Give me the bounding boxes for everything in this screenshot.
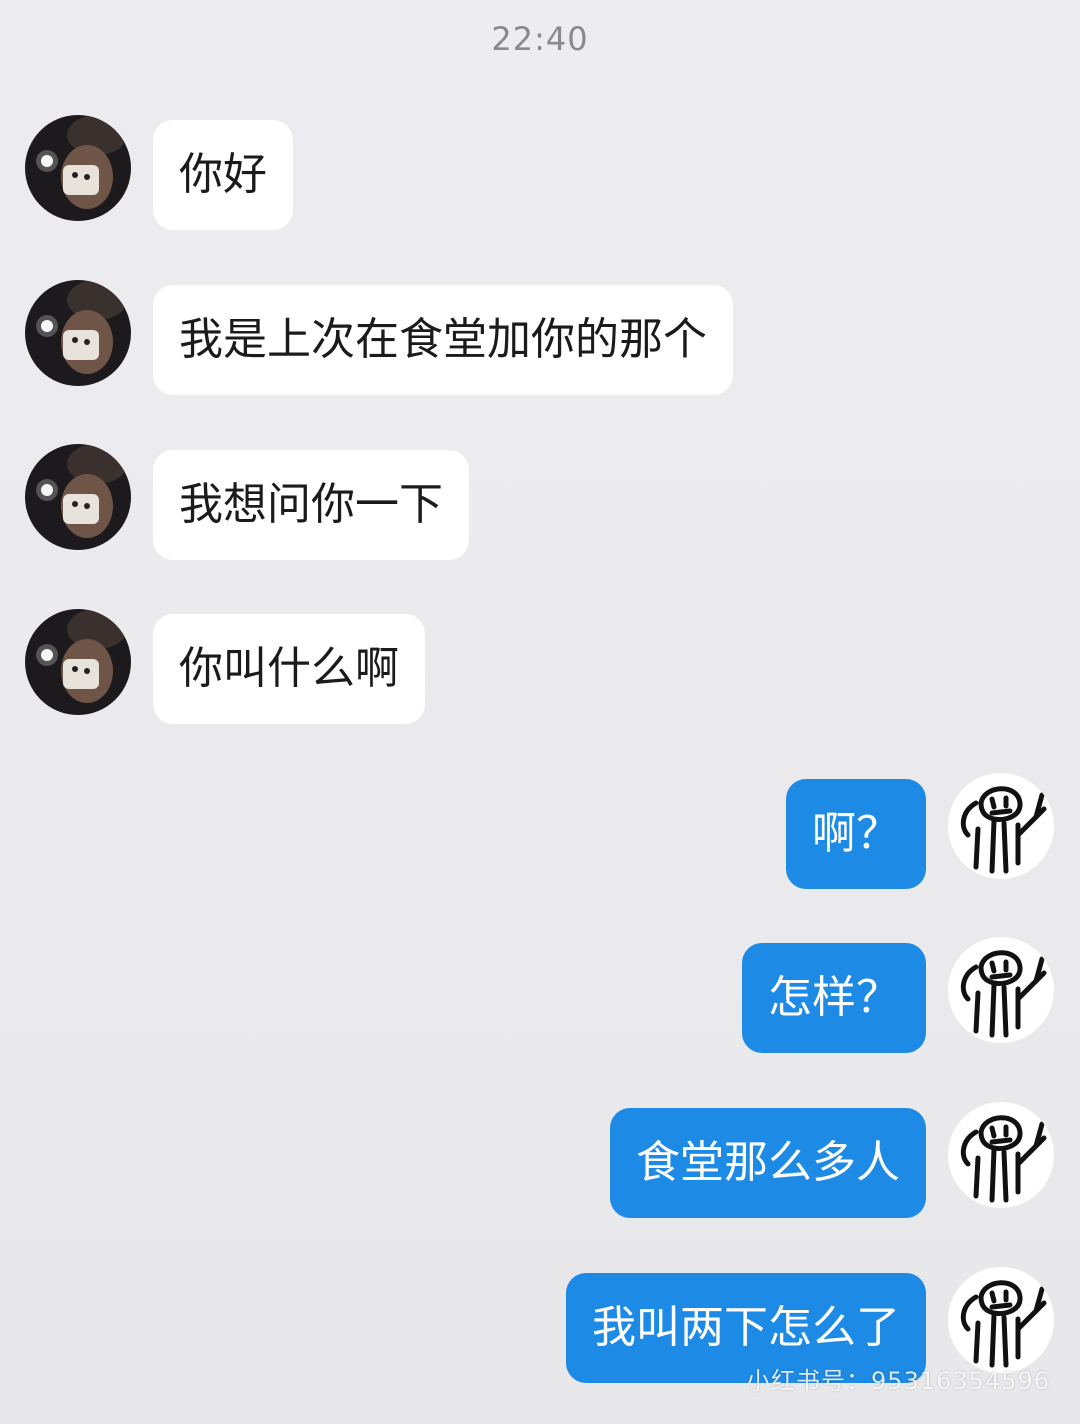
my-avatar[interactable] xyxy=(948,773,1054,879)
watermark-text: 小红书号：95316354596 xyxy=(746,1367,1050,1395)
contact-avatar[interactable] xyxy=(25,444,131,550)
my-avatar[interactable] xyxy=(948,937,1054,1043)
outgoing-message[interactable]: 啊？ xyxy=(786,779,926,889)
stick-figure-icon xyxy=(948,937,1054,1043)
my-avatar[interactable] xyxy=(948,1102,1054,1208)
chat-window: 22:40 你好 我是上次在食堂加你的那个 我想问你一下 你叫什么啊 啊？ 怎样… xyxy=(0,0,1080,1424)
contact-avatar[interactable] xyxy=(25,280,131,386)
incoming-message[interactable]: 你叫什么啊 xyxy=(153,614,425,724)
stick-figure-icon xyxy=(948,773,1054,879)
message-timestamp: 22:40 xyxy=(491,20,589,58)
contact-photo-icon xyxy=(25,609,131,715)
outgoing-message[interactable]: 食堂那么多人 xyxy=(610,1108,926,1218)
contact-photo-icon xyxy=(25,280,131,386)
incoming-message[interactable]: 你好 xyxy=(153,120,293,230)
incoming-message[interactable]: 我想问你一下 xyxy=(153,450,469,560)
contact-photo-icon xyxy=(25,115,131,221)
my-avatar[interactable] xyxy=(948,1267,1054,1373)
contact-avatar[interactable] xyxy=(25,609,131,715)
contact-photo-icon xyxy=(25,444,131,550)
stick-figure-icon xyxy=(948,1102,1054,1208)
stick-figure-icon xyxy=(948,1267,1054,1373)
contact-avatar[interactable] xyxy=(25,115,131,221)
incoming-message[interactable]: 我是上次在食堂加你的那个 xyxy=(153,285,733,395)
outgoing-message[interactable]: 怎样？ xyxy=(742,943,926,1053)
